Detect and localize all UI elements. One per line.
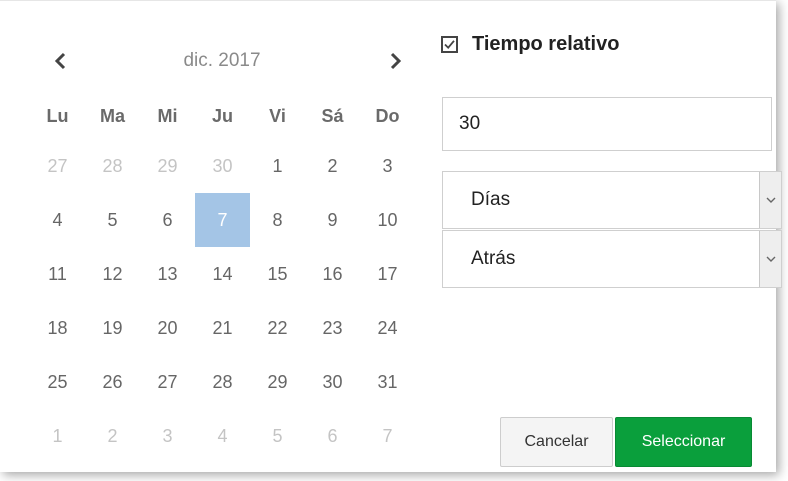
- calendar-day[interactable]: 11: [30, 247, 85, 301]
- calendar-day[interactable]: 13: [140, 247, 195, 301]
- weekday-label: Ju: [211, 105, 233, 126]
- calendar-day[interactable]: 12: [85, 247, 140, 301]
- calendar-day[interactable]: 26: [85, 355, 140, 409]
- calendar-week-row: 18 19 20 21 22 23 24: [30, 301, 415, 355]
- calendar-day[interactable]: 14: [195, 247, 250, 301]
- calendar-day[interactable]: 4: [30, 193, 85, 247]
- calendar-day[interactable]: 30: [305, 355, 360, 409]
- chevron-left-icon[interactable]: [42, 41, 78, 81]
- calendar-day[interactable]: 25: [30, 355, 85, 409]
- calendar-day[interactable]: 27: [140, 355, 195, 409]
- calendar-day[interactable]: 15: [250, 247, 305, 301]
- calendar-day[interactable]: 9: [305, 193, 360, 247]
- calendar-day[interactable]: 7: [360, 409, 415, 463]
- unit-select[interactable]: Días: [442, 171, 782, 229]
- calendar-week-row: 25 26 27 28 29 30 31: [30, 355, 415, 409]
- calendar-week-row: 11 12 13 14 15 16 17: [30, 247, 415, 301]
- chevron-down-icon[interactable]: [759, 231, 781, 287]
- calendar-grid: Lu Ma Mi Ju Vi Sá Do 27 28 29 30 1 2 3 4 5 6 7 8 9 10 11 12 13 1…: [30, 93, 415, 463]
- calendar-day-selected[interactable]: 7: [195, 193, 250, 247]
- calendar-day[interactable]: 3: [140, 409, 195, 463]
- calendar-day[interactable]: 22: [250, 301, 305, 355]
- calendar-day[interactable]: 18: [30, 301, 85, 355]
- calendar-day[interactable]: 16: [305, 247, 360, 301]
- calendar-day[interactable]: 1: [250, 139, 305, 193]
- calendar-week-row: 4 5 6 7 8 9 10: [30, 193, 415, 247]
- calendar-day[interactable]: 1: [30, 409, 85, 463]
- weekday-label: Ma: [99, 105, 125, 126]
- calendar-day[interactable]: 6: [140, 193, 195, 247]
- calendar-day[interactable]: 20: [140, 301, 195, 355]
- amount-input[interactable]: [442, 97, 772, 151]
- calendar-day[interactable]: 28: [195, 355, 250, 409]
- calendar-day[interactable]: 24: [360, 301, 415, 355]
- calendar-day[interactable]: 4: [195, 409, 250, 463]
- weekday-header-row: Lu Ma Mi Ju Vi Sá Do: [30, 93, 415, 139]
- calendar-header: dic. 2017: [30, 41, 414, 81]
- calendar-day[interactable]: 6: [305, 409, 360, 463]
- calendar-day[interactable]: 2: [85, 409, 140, 463]
- relative-time-label: Tiempo relativo: [472, 32, 620, 55]
- checkbox-checked-icon[interactable]: [441, 35, 458, 53]
- calendar-day[interactable]: 5: [85, 193, 140, 247]
- calendar-day[interactable]: 3: [360, 139, 415, 193]
- calendar-day[interactable]: 2: [305, 139, 360, 193]
- cancel-button[interactable]: Cancelar: [500, 417, 613, 467]
- calendar-day[interactable]: 31: [360, 355, 415, 409]
- weekday-label: Do: [375, 105, 400, 126]
- weekday-label: Sá: [321, 105, 344, 126]
- calendar-day[interactable]: 21: [195, 301, 250, 355]
- relative-time-toggle[interactable]: Tiempo relativo: [441, 29, 619, 59]
- unit-select-value: Días: [471, 189, 511, 210]
- month-title: dic. 2017: [183, 50, 261, 71]
- calendar-week-row: 1234567: [30, 409, 415, 463]
- calendar-day[interactable]: 8: [250, 193, 305, 247]
- calendar-day[interactable]: 19: [85, 301, 140, 355]
- weekday-label: Vi: [269, 105, 286, 126]
- calendar-day[interactable]: 10: [360, 193, 415, 247]
- date-picker-panel: dic. 2017 Lu Ma Mi Ju Vi Sá Do 27 28 29 30 1 2 3 4 5 6 7 8…: [0, 0, 782, 472]
- weekday-label: Mi: [157, 105, 178, 126]
- chevron-down-icon[interactable]: [759, 172, 781, 228]
- select-button[interactable]: Seleccionar: [615, 417, 752, 467]
- calendar-day[interactable]: 30: [195, 139, 250, 193]
- calendar-day[interactable]: 28: [85, 139, 140, 193]
- calendar-day[interactable]: 29: [250, 355, 305, 409]
- direction-select-value: Atrás: [471, 248, 516, 269]
- weekday-label: Lu: [46, 105, 69, 126]
- calendar-day[interactable]: 5: [250, 409, 305, 463]
- calendar-day[interactable]: 17: [360, 247, 415, 301]
- chevron-right-icon[interactable]: [378, 41, 414, 81]
- direction-select[interactable]: Atrás: [442, 230, 782, 288]
- calendar-week-row: 27 28 29 30 1 2 3: [30, 139, 415, 193]
- calendar-day[interactable]: 23: [305, 301, 360, 355]
- calendar-day[interactable]: 27: [30, 139, 85, 193]
- calendar-day[interactable]: 29: [140, 139, 195, 193]
